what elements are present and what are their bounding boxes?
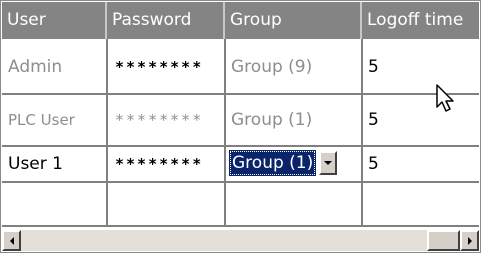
table-row-plc-user-user[interactable]: PLC User [2, 94, 107, 146]
table-row-user1-password[interactable]: ******** [107, 146, 225, 182]
grid-divider [2, 181, 479, 183]
grid-divider [2, 225, 479, 227]
grid-divider [2, 93, 479, 95]
mouse-pointer-icon [436, 84, 454, 112]
table-row-plc-user-group[interactable]: Group (1) [225, 94, 362, 146]
table-row-plc-user-logoff[interactable]: 5 [362, 94, 479, 146]
table-row-empty-logoff[interactable] [362, 182, 479, 227]
table-row-admin-logoff[interactable]: 5 [362, 39, 479, 94]
table-row-user1-logoff[interactable]: 5 [362, 146, 479, 182]
chevron-down-icon [324, 161, 333, 165]
scrollbar-thumb[interactable] [427, 230, 460, 251]
table-row-user1-user[interactable]: User 1 [2, 146, 107, 182]
table-grid: User Password Group Logoff time Admin **… [2, 2, 479, 227]
user-administration-table: User Password Group Logoff time Admin **… [0, 0, 481, 253]
grid-divider [2, 145, 479, 147]
grid-divider [106, 39, 108, 227]
grid-divider [361, 39, 363, 227]
group-select-user1[interactable]: Group (1) [229, 148, 359, 178]
dropdown-button[interactable] [319, 151, 338, 175]
scroll-left-button[interactable] [2, 230, 21, 251]
column-header-password[interactable]: Password [107, 2, 225, 39]
table-row-empty-password[interactable] [107, 182, 225, 227]
column-header-user[interactable]: User [2, 2, 107, 39]
table-row-admin-group[interactable]: Group (9) [225, 39, 362, 94]
column-header-group[interactable]: Group [225, 2, 362, 39]
table-row-admin-user[interactable]: Admin [2, 39, 107, 94]
scrollbar-track[interactable] [21, 230, 427, 251]
grid-divider [224, 39, 226, 227]
horizontal-scrollbar[interactable] [2, 230, 479, 251]
column-header-logoff-time[interactable]: Logoff time [362, 2, 479, 39]
group-select-value[interactable]: Group (1) [229, 150, 317, 176]
scroll-left-arrow-icon [9, 236, 14, 245]
table-row-plc-user-password[interactable]: ******** [107, 94, 225, 146]
table-row-admin-password[interactable]: ******** [107, 39, 225, 94]
scroll-right-button[interactable] [460, 230, 479, 251]
scroll-right-arrow-icon [467, 236, 472, 245]
table-row-empty-group[interactable] [225, 182, 362, 227]
table-row-empty-user[interactable] [2, 182, 107, 227]
